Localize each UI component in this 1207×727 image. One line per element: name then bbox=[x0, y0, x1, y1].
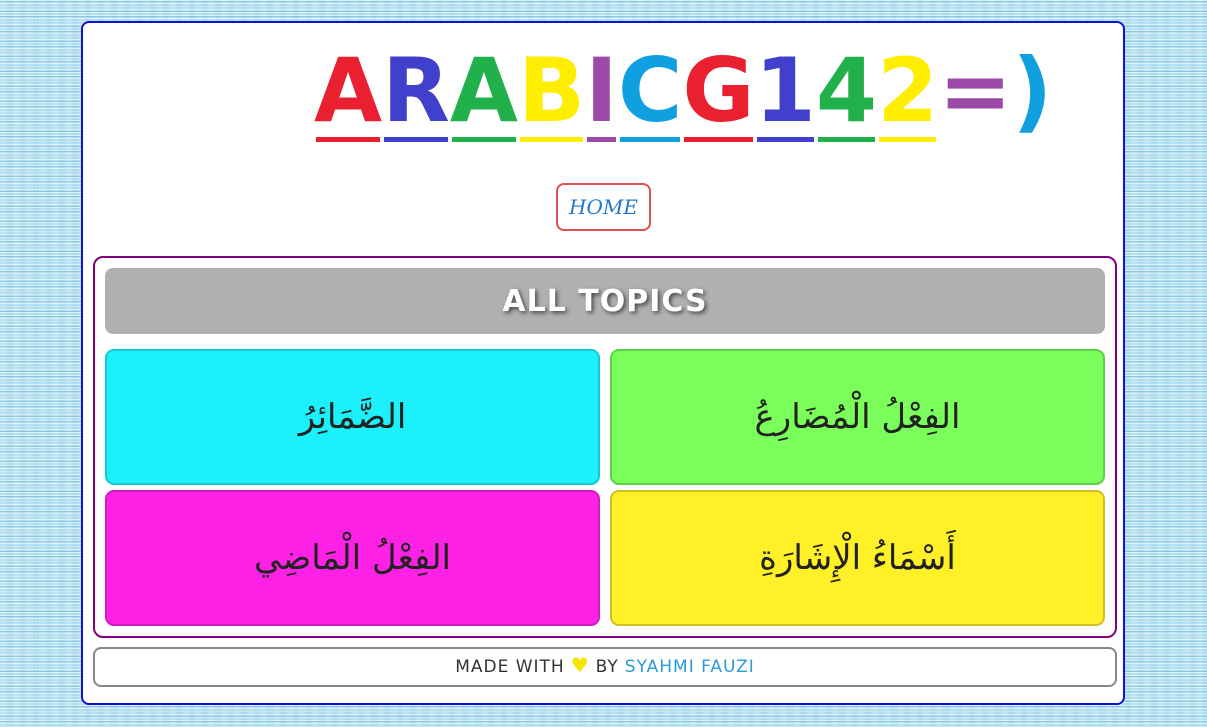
logo-letter: 1 bbox=[754, 39, 816, 142]
main-container: A R A B I C G 1 4 2 = ) HOME ALL TOPICS … bbox=[81, 21, 1125, 705]
logo-letter: 4 bbox=[815, 39, 878, 142]
logo-letter: I bbox=[585, 39, 618, 142]
logo-letter: R bbox=[382, 39, 450, 142]
logo-letter: B bbox=[517, 39, 586, 142]
logo-letter: A bbox=[449, 39, 518, 142]
logo-letter: 2 bbox=[877, 39, 939, 142]
heart-icon: ♥ bbox=[570, 653, 590, 677]
logo-letter: ) bbox=[1012, 39, 1053, 142]
footer: MADE WITH ♥ BY SYAHMI FAUZI bbox=[93, 647, 1117, 687]
home-button[interactable]: HOME bbox=[556, 183, 651, 231]
author-link[interactable]: SYAHMI FAUZI bbox=[625, 657, 755, 677]
logo-letter: G bbox=[682, 39, 755, 142]
topic-card-demonstratives[interactable]: أَسْمَاءُ الْإِشَارَةِ bbox=[610, 490, 1105, 626]
topics-header: ALL TOPICS bbox=[105, 268, 1105, 334]
topic-card-label: الضَّمَائِرُ bbox=[298, 397, 407, 437]
topic-card-pronouns[interactable]: الضَّمَائِرُ bbox=[105, 349, 600, 485]
footer-made-with: MADE WITH bbox=[455, 657, 565, 677]
topic-card-label: أَسْمَاءُ الْإِشَارَةِ bbox=[759, 538, 956, 578]
topics-panel: ALL TOPICS الضَّمَائِرُ الفِعْلُ الْمُضَ… bbox=[93, 256, 1117, 638]
site-logo: A R A B I C G 1 4 2 = ) bbox=[314, 39, 1052, 166]
logo-letter: A bbox=[314, 39, 383, 142]
footer-by: BY bbox=[595, 657, 619, 677]
topic-card-present-verb[interactable]: الفِعْلُ الْمُضَارِعُ bbox=[610, 349, 1105, 485]
topic-card-label: الفِعْلُ الْمُضَارِعُ bbox=[754, 397, 961, 437]
topic-card-past-verb[interactable]: الفِعْلُ الْمَاضِي bbox=[105, 490, 600, 626]
topic-card-label: الفِعْلُ الْمَاضِي bbox=[254, 538, 451, 578]
logo-letter: C bbox=[617, 39, 683, 142]
logo-letter: = bbox=[938, 39, 1013, 142]
